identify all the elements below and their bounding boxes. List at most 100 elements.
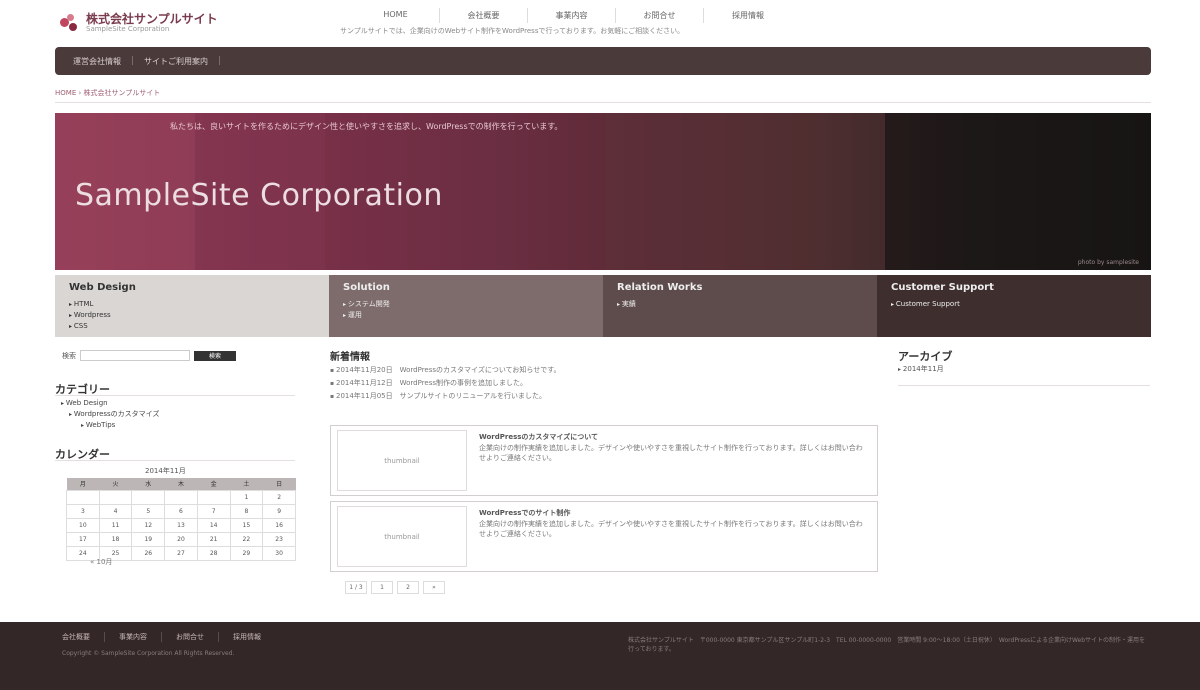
- post-title[interactable]: WordPressでのサイト制作: [479, 508, 570, 518]
- pager-page[interactable]: 2: [397, 581, 419, 594]
- breadcrumb[interactable]: HOME › 株式会社サンプルサイト: [55, 88, 160, 98]
- footer-nav: 会社概要 事業内容 お問合せ 採用情報: [62, 632, 275, 642]
- calendar-day: 10: [66, 517, 100, 533]
- calendar-week: 3 4 5 6 7 8 9: [66, 503, 296, 519]
- news-list: 2014年11月20日 WordPressのカスタマイズについてお知らせです。 …: [330, 364, 870, 403]
- calendar-day: [98, 489, 133, 505]
- calendar-day: 30: [262, 545, 296, 561]
- hero-title: SampleSite Corporation: [75, 178, 443, 213]
- search-button[interactable]: 検索: [194, 350, 236, 361]
- calendar-weekday: 日: [262, 478, 296, 490]
- category-item[interactable]: Wordpressのカスタマイズ: [55, 409, 160, 420]
- panel-item[interactable]: CSS: [69, 321, 315, 332]
- calendar-week: 10 11 12 13 14 15 16: [66, 517, 296, 533]
- post-thumbnail[interactable]: thumbnail: [337, 430, 467, 491]
- panel-item[interactable]: 運用: [343, 310, 589, 321]
- panel-item[interactable]: 実績: [617, 299, 863, 310]
- category-item[interactable]: Web Design: [55, 398, 159, 409]
- calendar-day: 11: [98, 517, 133, 533]
- nav-company[interactable]: 会社概要: [440, 8, 528, 23]
- calendar-day: 19: [131, 531, 166, 547]
- divider: [55, 395, 295, 396]
- news-heading: 新着情報: [330, 352, 370, 363]
- footer-link[interactable]: 採用情報: [219, 632, 275, 642]
- calendar-day: 1: [229, 489, 264, 505]
- subnav-guide[interactable]: サイトご利用案内: [144, 56, 208, 67]
- panel-customer-support[interactable]: Customer Support Customer Support: [877, 275, 1151, 337]
- panel-title: Web Design: [69, 282, 136, 293]
- calendar-day: [131, 489, 166, 505]
- panel-item[interactable]: システム開発: [343, 299, 589, 310]
- calendar-day: 18: [98, 531, 133, 547]
- calendar-day: 6: [164, 503, 198, 519]
- hero-credit: photo by samplesite: [1077, 259, 1139, 266]
- panel-item[interactable]: Wordpress: [69, 310, 315, 321]
- panel-item[interactable]: HTML: [69, 299, 315, 310]
- divider: [898, 385, 1150, 386]
- footer-link[interactable]: お問合せ: [162, 632, 219, 642]
- news-item[interactable]: 2014年11月05日 サンプルサイトのリニューアルを行いました。: [330, 390, 870, 403]
- calendar-day: 2: [262, 489, 296, 505]
- subnav-separator: |: [131, 56, 135, 66]
- calendar-weekday: 水: [131, 478, 165, 490]
- calendar-day: 8: [229, 503, 264, 519]
- news-item[interactable]: 2014年11月12日 WordPress制作の事例を追加しました。: [330, 377, 870, 390]
- calendar-prev-link[interactable]: « 10月: [90, 557, 112, 567]
- panel-title: Customer Support: [891, 282, 994, 293]
- calendar-day: 26: [131, 545, 166, 561]
- hero-banner: 私たちは、良いサイトを作るためにデザイン性と使いやすさを追求し、WordPres…: [55, 113, 1151, 270]
- calendar-weekday: 月: [66, 478, 100, 490]
- nav-contact[interactable]: お問合せ: [616, 8, 704, 23]
- hero-intro-text: 私たちは、良いサイトを作るためにデザイン性と使いやすさを追求し、WordPres…: [170, 122, 563, 131]
- service-panels: Web Design HTML Wordpress CSS Solution シ…: [55, 275, 1151, 337]
- calendar-day: 13: [164, 517, 198, 533]
- search-label: 検索: [62, 351, 76, 360]
- nav-recruit[interactable]: 採用情報: [704, 8, 792, 23]
- calendar-day: 27: [164, 545, 198, 561]
- calendar-day: 12: [131, 517, 166, 533]
- site-footer: 会社概要 事業内容 お問合せ 採用情報 Copyright © SampleSi…: [0, 622, 1200, 690]
- calendar-day: 4: [98, 503, 133, 519]
- calendar-weekday: 土: [230, 478, 263, 490]
- global-nav: HOME 会社概要 事業内容 お問合せ 採用情報: [352, 8, 792, 23]
- panel-title: Solution: [343, 282, 390, 293]
- footer-link[interactable]: 会社概要: [62, 632, 105, 642]
- panel-solution[interactable]: Solution システム開発 運用: [329, 275, 603, 337]
- calendar-day: 28: [196, 545, 231, 561]
- panel-relation-works[interactable]: Relation Works 実績: [603, 275, 877, 337]
- calendar-day: 3: [66, 503, 100, 519]
- footer-link[interactable]: 事業内容: [105, 632, 162, 642]
- nav-business[interactable]: 事業内容: [528, 8, 616, 23]
- calendar-week: 17 18 19 20 21 22 23: [66, 531, 296, 547]
- calendar-day: [164, 489, 198, 505]
- subnav-separator: |: [218, 56, 222, 66]
- category-item[interactable]: WebTips: [55, 420, 159, 431]
- footer-company-info: 株式会社サンプルサイト 〒000-0000 東京都サンプル区サンプル町1-2-3…: [628, 637, 1146, 653]
- pager-page[interactable]: 1: [371, 581, 393, 594]
- post-title[interactable]: WordPressのカスタマイズについて: [479, 432, 598, 442]
- calendar-day: [66, 489, 100, 505]
- panel-web-design[interactable]: Web Design HTML Wordpress CSS: [55, 275, 329, 337]
- calendar-weekday: 火: [99, 478, 132, 490]
- divider: [55, 460, 295, 461]
- calendar-day: 16: [262, 517, 296, 533]
- site-logo[interactable]: 株式会社サンプルサイト SampleSite Corporation: [58, 12, 218, 34]
- calendar-weekday: 木: [164, 478, 198, 490]
- search-input[interactable]: [80, 350, 190, 361]
- logo-subtitle: SampleSite Corporation: [86, 24, 170, 33]
- calendar-day: 29: [229, 545, 264, 561]
- post-card[interactable]: thumbnail WordPressでのサイト制作 企業向けの制作実績を追加し…: [330, 501, 878, 572]
- logo-title: 株式会社サンプルサイト: [86, 11, 218, 26]
- post-card[interactable]: thumbnail WordPressのカスタマイズについて 企業向けの制作実績…: [330, 425, 878, 496]
- calendar-day: 15: [229, 517, 264, 533]
- subnav-operator[interactable]: 運営会社情報: [73, 56, 121, 67]
- archive-item[interactable]: 2014年11月: [898, 364, 944, 374]
- nav-home[interactable]: HOME: [352, 8, 440, 23]
- panel-item[interactable]: Customer Support: [891, 299, 1137, 310]
- news-item[interactable]: 2014年11月20日 WordPressのカスタマイズについてお知らせです。: [330, 364, 870, 377]
- pagination: 1 / 3 1 2 »: [345, 581, 445, 594]
- post-thumbnail[interactable]: thumbnail: [337, 506, 467, 567]
- calendar-caption: 2014年11月: [145, 467, 186, 475]
- post-excerpt: 企業向けの制作実績を追加しました。デザインや使いやすさを重視したサイト制作を行っ…: [479, 520, 863, 538]
- pager-next[interactable]: »: [423, 581, 445, 594]
